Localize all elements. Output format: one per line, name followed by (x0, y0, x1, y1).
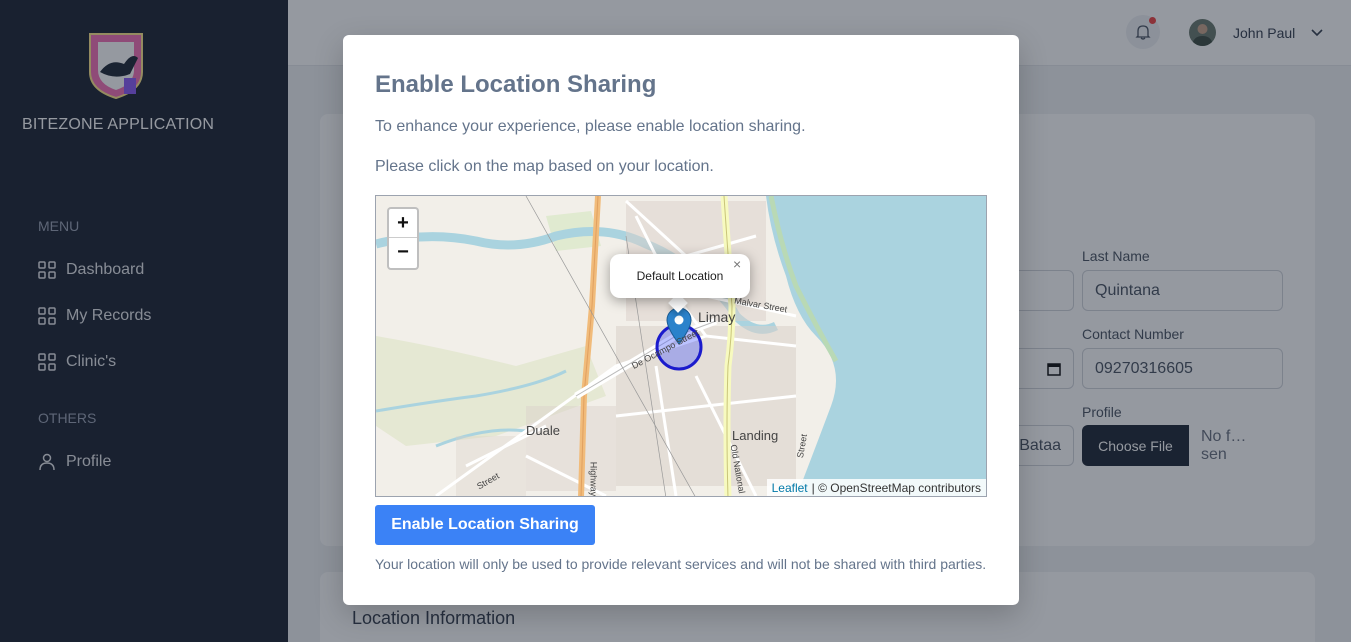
modal-description: To enhance your experience, please enabl… (375, 118, 806, 135)
enable-location-button[interactable]: Enable Location Sharing (375, 505, 595, 545)
map-tiles[interactable] (376, 196, 987, 497)
map-label-highway: Highway (588, 461, 599, 497)
location-sharing-modal: Enable Location Sharing To enhance your … (343, 35, 1019, 605)
zoom-in-button[interactable]: + (389, 209, 417, 238)
attribution-text: | © OpenStreetMap contributors (811, 480, 981, 495)
location-popup: Default Location (610, 254, 750, 298)
location-map[interactable]: Limay Malvar Street De Ocampo Street Dua… (375, 195, 987, 497)
privacy-disclaimer: Your location will only be used to provi… (375, 556, 987, 572)
modal-title: Enable Location Sharing (375, 71, 657, 98)
modal-instruction: Please click on the map based on your lo… (375, 158, 714, 175)
map-label-limay: Limay (698, 309, 736, 325)
leaflet-link[interactable]: Leaflet (772, 481, 808, 495)
map-label-landing: Landing (732, 428, 779, 443)
map-attribution: Leaflet | © OpenStreetMap contributors (766, 479, 986, 496)
popup-close-button[interactable]: × (733, 256, 741, 272)
zoom-out-button[interactable]: − (389, 238, 417, 267)
map-label-duale: Duale (526, 423, 560, 438)
zoom-control: + − (387, 207, 419, 270)
